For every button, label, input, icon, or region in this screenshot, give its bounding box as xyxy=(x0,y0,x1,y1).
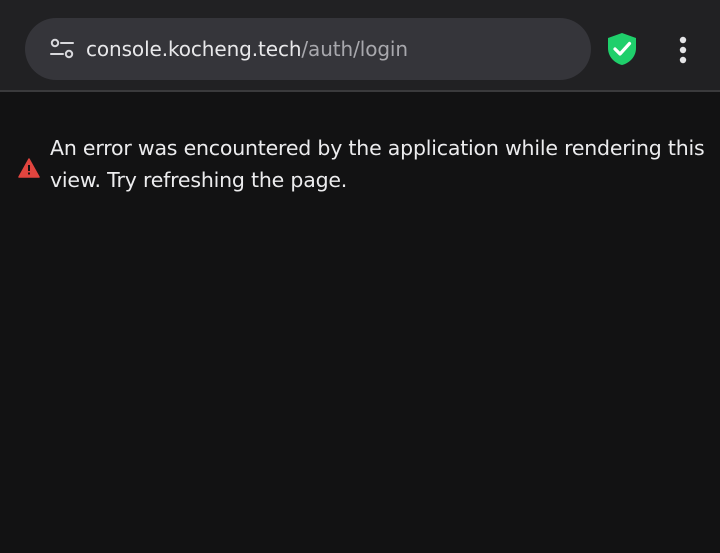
tune-icon[interactable] xyxy=(50,38,74,60)
warning-icon xyxy=(18,158,40,178)
url-text[interactable]: console.kocheng.tech/auth/login xyxy=(86,36,408,62)
shield-check-icon[interactable] xyxy=(606,32,638,66)
url-path: /auth/login xyxy=(301,37,408,61)
url-host: console.kocheng.tech xyxy=(86,37,302,61)
error-message: An error was encountered by the applicat… xyxy=(50,136,705,192)
browser-toolbar: console.kocheng.tech/auth/login xyxy=(0,0,720,92)
more-vert-icon[interactable] xyxy=(672,36,694,64)
